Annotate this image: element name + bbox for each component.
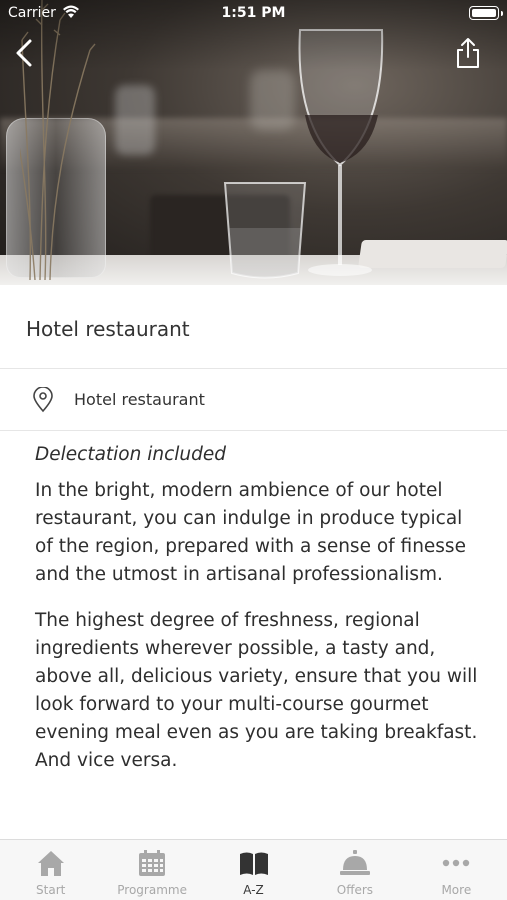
tab-a-z[interactable]: A-Z [203,840,304,900]
home-icon [37,851,64,876]
paragraph: In the bright, modern ambience of our ho… [35,480,466,585]
tab-bar: Start Programme A-Z Offers More [0,839,507,900]
more-dots-icon [443,859,470,867]
hero-image [0,0,507,285]
service-bell-icon [339,850,370,875]
tab-label: More [441,883,472,897]
lead-text: Delectation included [35,444,226,465]
location-pin-icon [33,387,53,413]
paragraph: The highest degree of freshness, regiona… [35,610,478,771]
page-title: Hotel restaurant [26,317,190,341]
water-glass-image [223,182,307,279]
title-section: Hotel restaurant [0,285,507,369]
tab-more[interactable]: More [406,840,507,900]
location-row[interactable]: Hotel restaurant [0,369,507,431]
tab-label: Offers [336,883,374,897]
chevron-left-icon [16,39,32,67]
book-icon [239,852,268,875]
tab-label: A-Z [243,883,264,897]
share-button[interactable] [453,36,483,70]
location-label: Hotel restaurant [74,390,205,409]
tab-programme[interactable]: Programme [101,840,202,900]
back-button[interactable] [10,36,40,70]
status-bar: Carrier 1:51 PM [0,0,507,28]
description: Delectation included In the bright, mode… [35,441,485,793]
share-icon [457,38,479,68]
battery-icon [469,6,503,20]
status-time: 1:51 PM [221,5,286,21]
tab-start[interactable]: Start [0,840,101,900]
calendar-icon [139,850,166,876]
tab-label: Programme [117,883,187,897]
tab-label: Start [36,883,66,897]
tab-offers[interactable]: Offers [304,840,405,900]
